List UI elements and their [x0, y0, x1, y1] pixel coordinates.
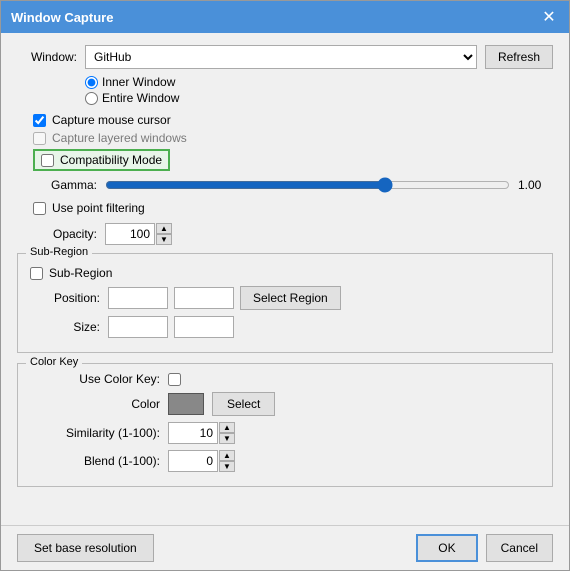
- use-color-key-row: Use Color Key:: [30, 372, 540, 386]
- dialog-footer: Set base resolution OK Cancel: [1, 525, 569, 570]
- color-swatch: [168, 393, 204, 415]
- window-select[interactable]: GitHub: [85, 45, 477, 69]
- similarity-input[interactable]: 10: [168, 422, 218, 444]
- select-region-button[interactable]: Select Region: [240, 286, 341, 310]
- similarity-arrows: ▲ ▼: [219, 422, 235, 444]
- title-bar: Window Capture ✕: [1, 1, 569, 33]
- similarity-label: Similarity (1-100):: [30, 426, 160, 440]
- similarity-down[interactable]: ▼: [219, 433, 235, 444]
- color-row: Color Select: [30, 392, 540, 416]
- color-label: Color: [30, 397, 160, 411]
- blend-label: Blend (1-100):: [30, 454, 160, 468]
- opacity-down[interactable]: ▼: [156, 234, 172, 245]
- sub-region-checkbox[interactable]: [30, 267, 43, 280]
- opacity-up[interactable]: ▲: [156, 223, 172, 234]
- capture-mouse-checkbox[interactable]: [33, 114, 46, 127]
- sub-region-check-row: Sub-Region: [30, 266, 540, 280]
- pos-y-input[interactable]: 0: [174, 287, 234, 309]
- window-type-group: Inner Window Entire Window: [85, 75, 553, 107]
- use-color-key-label: Use Color Key:: [30, 372, 160, 386]
- opacity-arrows: ▲ ▼: [156, 223, 172, 245]
- inner-window-label: Inner Window: [102, 75, 175, 89]
- capture-layered-row: Capture layered windows: [33, 131, 553, 145]
- blend-up[interactable]: ▲: [219, 450, 235, 461]
- color-select-button[interactable]: Select: [212, 392, 275, 416]
- window-row: Window: GitHub Refresh: [17, 45, 553, 69]
- use-point-checkbox[interactable]: [33, 202, 46, 215]
- cancel-button[interactable]: Cancel: [486, 534, 553, 562]
- sub-region-check-label: Sub-Region: [49, 266, 112, 280]
- opacity-row: Opacity: 100 ▲ ▼: [17, 223, 553, 245]
- compatibility-mode-box: Compatibility Mode: [33, 149, 170, 171]
- position-label: Position:: [30, 291, 100, 305]
- height-input[interactable]: 672: [174, 316, 234, 338]
- similarity-up[interactable]: ▲: [219, 422, 235, 433]
- use-point-label: Use point filtering: [52, 201, 145, 215]
- footer-right: OK Cancel: [416, 534, 553, 562]
- dialog-content: Window: GitHub Refresh Inner Window Enti…: [1, 33, 569, 525]
- capture-mouse-label: Capture mouse cursor: [52, 113, 171, 127]
- opacity-label: Opacity:: [17, 227, 97, 241]
- inner-window-radio[interactable]: [85, 76, 98, 89]
- dialog-title: Window Capture: [11, 10, 113, 25]
- use-point-row: Use point filtering: [33, 201, 553, 215]
- opacity-spinbox: 100 ▲ ▼: [105, 223, 172, 245]
- refresh-button[interactable]: Refresh: [485, 45, 553, 69]
- compat-mode-checkbox[interactable]: [41, 154, 54, 167]
- blend-spinbox: 0 ▲ ▼: [168, 450, 235, 472]
- set-base-resolution-button[interactable]: Set base resolution: [17, 534, 154, 562]
- similarity-row: Similarity (1-100): 10 ▲ ▼: [30, 422, 540, 444]
- window-capture-dialog: Window Capture ✕ Window: GitHub Refresh …: [0, 0, 570, 571]
- capture-mouse-row: Capture mouse cursor: [33, 113, 553, 127]
- opacity-input[interactable]: 100: [105, 223, 155, 245]
- blend-row: Blend (1-100): 0 ▲ ▼: [30, 450, 540, 472]
- width-input[interactable]: 1224: [108, 316, 168, 338]
- use-color-key-checkbox[interactable]: [168, 373, 181, 386]
- compat-mode-label: Compatibility Mode: [60, 153, 162, 167]
- sub-region-title: Sub-Region: [26, 246, 92, 258]
- entire-window-row: Entire Window: [85, 91, 553, 105]
- inner-window-row: Inner Window: [85, 75, 553, 89]
- color-key-section: Color Key Use Color Key: Color Select Si…: [17, 363, 553, 487]
- capture-layered-checkbox[interactable]: [33, 132, 46, 145]
- blend-down[interactable]: ▼: [219, 461, 235, 472]
- window-label: Window:: [17, 50, 77, 64]
- gamma-label: Gamma:: [17, 178, 97, 192]
- position-row: Position: 0 0 Select Region: [30, 286, 540, 310]
- sub-region-section: Sub-Region Sub-Region Position: 0 0 Sele…: [17, 253, 553, 353]
- gamma-slider[interactable]: [105, 177, 510, 193]
- color-key-title: Color Key: [26, 356, 82, 368]
- capture-layered-label: Capture layered windows: [52, 131, 187, 145]
- blend-arrows: ▲ ▼: [219, 450, 235, 472]
- sub-region-inner: Sub-Region Position: 0 0 Select Region S…: [30, 266, 540, 338]
- pos-x-input[interactable]: 0: [108, 287, 168, 309]
- gamma-row: Gamma: 1.00: [17, 177, 553, 193]
- entire-window-label: Entire Window: [102, 91, 179, 105]
- close-button[interactable]: ✕: [539, 7, 559, 27]
- gamma-value: 1.00: [518, 178, 553, 192]
- size-label: Size:: [30, 320, 100, 334]
- size-row: Size: 1224 672: [30, 316, 540, 338]
- similarity-spinbox: 10 ▲ ▼: [168, 422, 235, 444]
- blend-input[interactable]: 0: [168, 450, 218, 472]
- ok-button[interactable]: OK: [416, 534, 477, 562]
- entire-window-radio[interactable]: [85, 92, 98, 105]
